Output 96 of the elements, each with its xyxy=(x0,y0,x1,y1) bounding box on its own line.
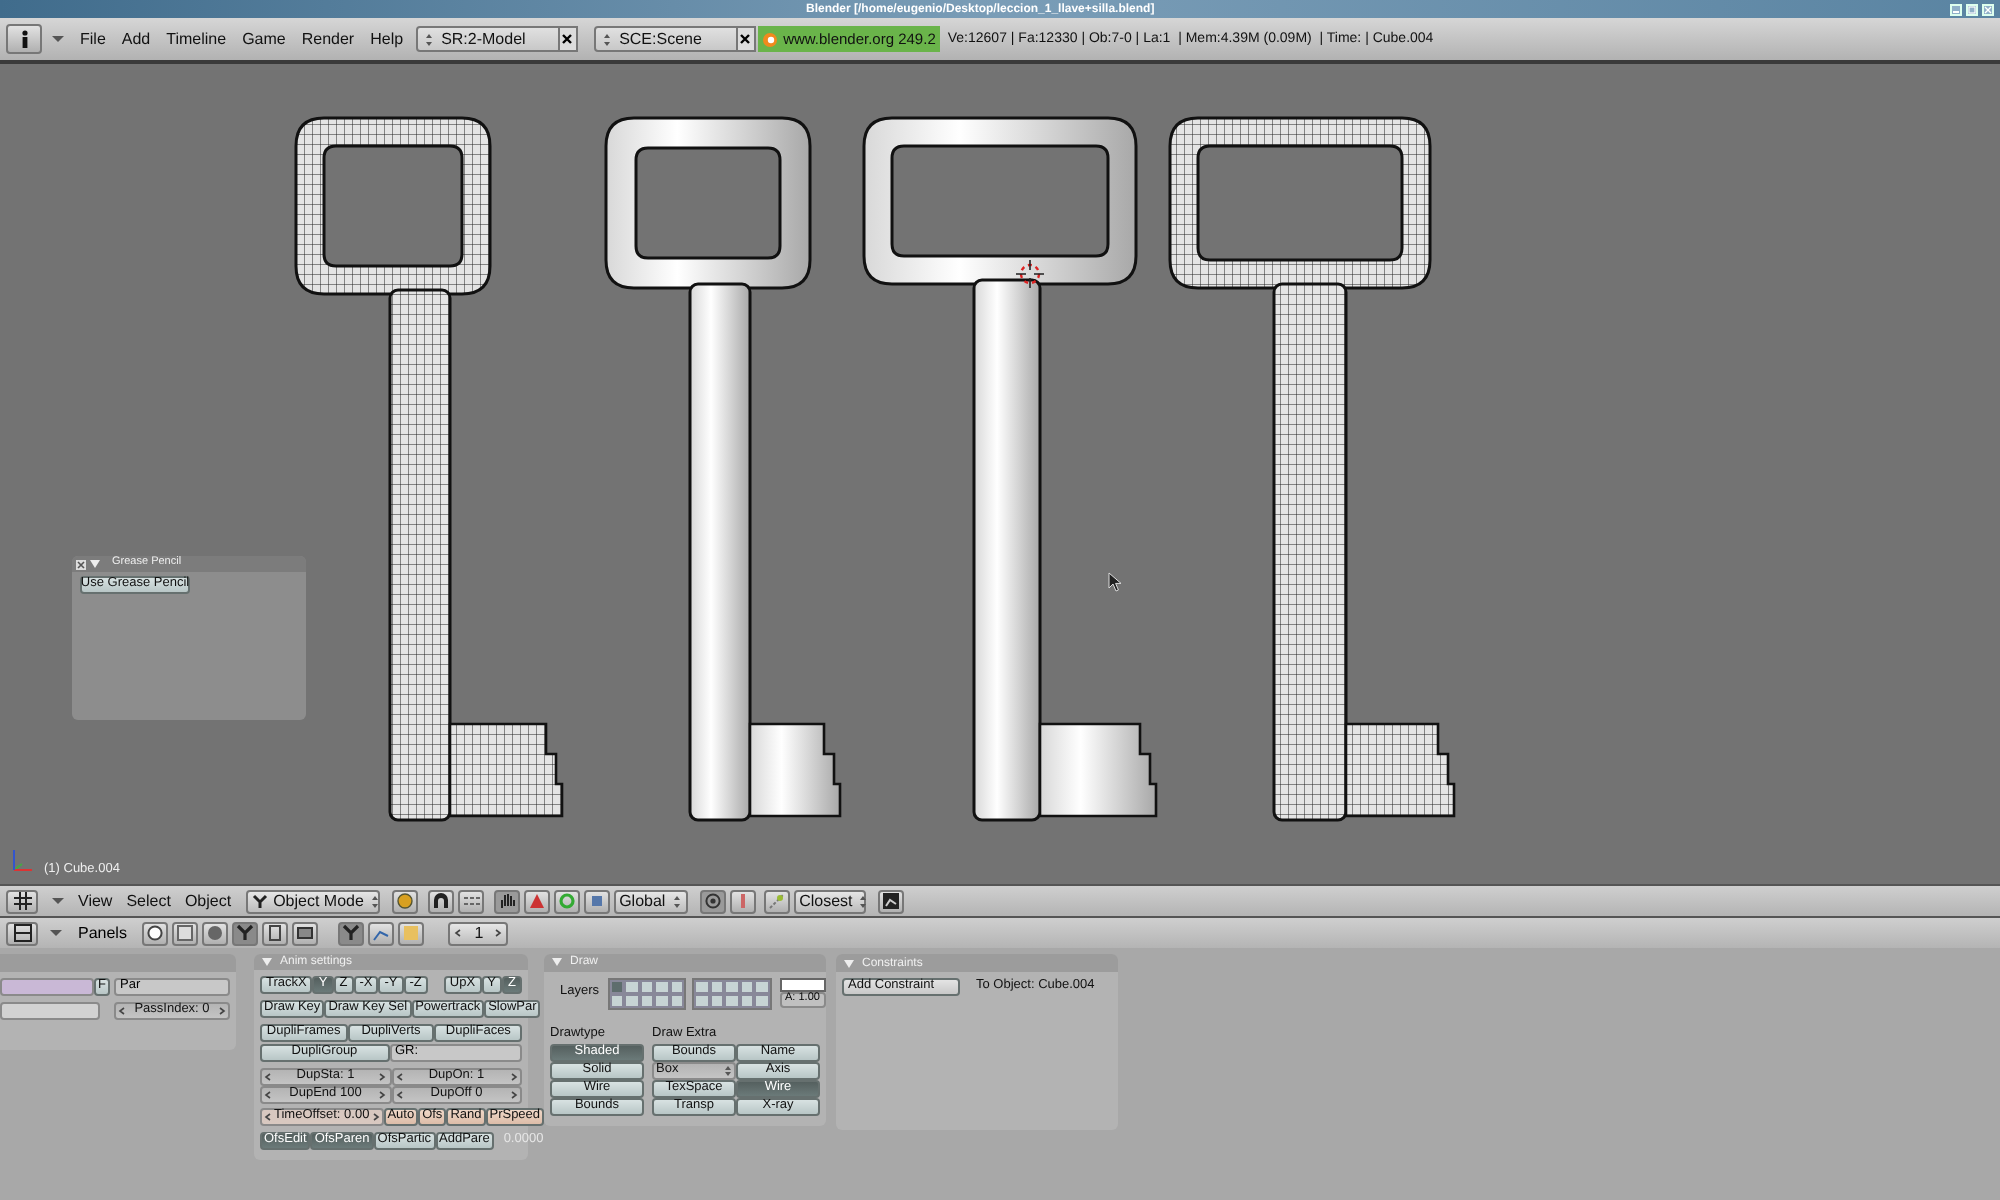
up-down-arrows-icon xyxy=(724,1064,732,1078)
shading-button[interactable] xyxy=(202,921,229,945)
snap-button[interactable] xyxy=(763,889,790,913)
panels-label: Panels xyxy=(78,925,127,941)
constraints-icon xyxy=(402,924,421,942)
arrow-left-icon xyxy=(118,1006,126,1016)
triangle-icon xyxy=(527,892,546,910)
layer-toggle[interactable] xyxy=(624,979,640,993)
shading-icon xyxy=(206,924,225,942)
mode-icon xyxy=(251,893,268,909)
physics-icon xyxy=(342,924,361,942)
minimize-button[interactable] xyxy=(1950,3,1962,15)
close-icon xyxy=(562,34,573,44)
manipulator-button[interactable] xyxy=(427,889,454,913)
collapse-icon[interactable] xyxy=(90,560,100,568)
close-button[interactable] xyxy=(1982,3,1994,15)
arrow-right-icon xyxy=(217,1006,226,1016)
layer-button[interactable] xyxy=(457,889,484,913)
layer-toggle[interactable] xyxy=(609,979,625,993)
editing-icon xyxy=(266,924,285,942)
scene-icon xyxy=(296,924,315,942)
particles-button[interactable] xyxy=(368,921,395,945)
menu-item[interactable]: File xyxy=(80,31,106,47)
close-icon[interactable] xyxy=(76,559,86,569)
script-button[interactable] xyxy=(172,921,199,945)
arrow-right-icon xyxy=(371,1112,380,1122)
scene-button[interactable] xyxy=(292,921,319,945)
color-swatch[interactable] xyxy=(779,978,826,992)
menu-item[interactable]: Add xyxy=(121,31,151,47)
arrow-left-icon xyxy=(264,1112,272,1122)
caret-icon[interactable] xyxy=(52,896,64,906)
scene-selector[interactable]: SCE:Scene xyxy=(593,26,738,52)
collapse-icon[interactable] xyxy=(262,958,272,966)
orientation-dropdown[interactable]: Global xyxy=(613,889,688,913)
editor-type-button[interactable] xyxy=(6,921,38,945)
menu-item[interactable]: Timeline xyxy=(166,31,227,47)
menu-item[interactable]: Render xyxy=(301,31,355,47)
color-field[interactable] xyxy=(0,1002,100,1020)
render-icon xyxy=(881,892,900,910)
falloff-button[interactable] xyxy=(729,889,756,913)
collapse-icon[interactable] xyxy=(844,959,854,967)
layer-toggle[interactable] xyxy=(654,979,670,993)
mouse-pointer-icon xyxy=(1108,572,1122,592)
up-down-arrows-icon xyxy=(601,31,612,47)
editor-type-button[interactable] xyxy=(6,889,38,913)
snap-mode-dropdown[interactable]: Closest xyxy=(793,889,866,913)
menu-item[interactable]: Select xyxy=(126,893,171,909)
arch-icon xyxy=(431,892,450,910)
script-icon xyxy=(176,924,195,942)
circle-icon xyxy=(557,892,576,910)
info-icon xyxy=(17,30,31,48)
caret-icon[interactable] xyxy=(50,928,62,938)
sun-icon xyxy=(395,892,414,910)
up-down-arrows-icon xyxy=(369,893,380,909)
layer-toggle[interactable] xyxy=(724,979,740,993)
editing-button[interactable] xyxy=(262,921,289,945)
axis-icon xyxy=(10,846,34,874)
menu-item[interactable]: Help xyxy=(370,31,404,47)
close-icon xyxy=(740,34,751,44)
arrow-right-icon xyxy=(494,928,503,938)
rotate-button[interactable] xyxy=(523,889,550,913)
pivot-button[interactable] xyxy=(391,889,418,913)
up-down-arrows-icon xyxy=(858,893,869,909)
maximize-button[interactable] xyxy=(1966,3,1978,15)
layer-toggle[interactable] xyxy=(694,979,710,993)
swirl-icon xyxy=(703,892,722,910)
logic-icon xyxy=(146,924,165,942)
collapse-icon[interactable] xyxy=(552,958,562,967)
menu-item[interactable]: Game xyxy=(242,31,286,47)
grid-icon xyxy=(13,892,31,910)
object-button[interactable] xyxy=(232,921,259,945)
render-button[interactable] xyxy=(877,889,904,913)
frame-field[interactable]: 1 xyxy=(448,921,509,945)
snap-icon xyxy=(767,892,786,910)
name-field[interactable] xyxy=(0,978,94,996)
physics-button[interactable] xyxy=(338,921,365,945)
window-icon xyxy=(13,924,31,942)
caret-icon[interactable] xyxy=(52,34,64,44)
logo-icon xyxy=(761,31,778,47)
square-icon xyxy=(587,892,606,910)
up-down-arrows-icon xyxy=(423,31,434,47)
mode-dropdown[interactable]: Object Mode xyxy=(245,889,380,913)
3d-cursor-icon xyxy=(1016,260,1044,288)
editor-type-button[interactable] xyxy=(6,24,42,54)
menu-item[interactable]: View xyxy=(78,893,113,909)
screen-selector[interactable]: SR:2-Model xyxy=(415,26,560,52)
dots-icon xyxy=(461,892,480,910)
layer-toggle[interactable] xyxy=(754,979,770,993)
object-icon xyxy=(236,924,255,942)
menu-item[interactable]: Object xyxy=(184,893,232,909)
up-down-arrows-icon xyxy=(671,893,682,909)
logic-button[interactable] xyxy=(142,921,169,945)
proportional-button[interactable] xyxy=(699,889,726,913)
scale-button[interactable] xyxy=(553,889,580,913)
arrow-left-icon xyxy=(454,928,463,938)
translate-button[interactable] xyxy=(583,889,610,913)
